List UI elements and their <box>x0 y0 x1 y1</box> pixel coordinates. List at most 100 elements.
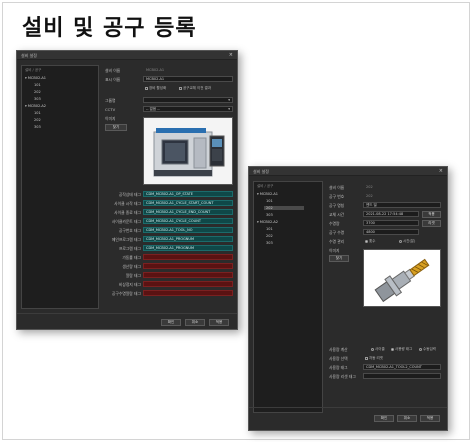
tag-field[interactable]: CDM_MCB02-A1_TOOL_NO <box>143 227 233 233</box>
radio-label: 사이클 <box>375 347 385 351</box>
radio-dot <box>365 239 368 243</box>
tag-field[interactable] <box>143 263 233 269</box>
tree-header: 설비 / 공구 <box>25 68 42 72</box>
tree-node-tool[interactable]: 101 <box>34 83 41 87</box>
auto-checkbox[interactable]: 공구교체 이전 결과 <box>179 86 211 91</box>
life-count-radio[interactable]: 횟수 <box>365 239 375 244</box>
tree-node-tool[interactable]: 202 <box>34 90 41 94</box>
usage-manual-radio[interactable]: 수동입력 <box>419 347 436 352</box>
tree-node-label: MCB02-A1 <box>27 76 47 80</box>
tag-field[interactable]: CDM_MCB02-A1_PROGNUM <box>143 245 233 251</box>
cctv-value: -- 없음 -- <box>146 107 160 111</box>
equipment-tree: 설비 / 공구 ▾ MCB02-A1 101 202 303 ▾ MCB02-A… <box>21 65 99 309</box>
tree-node-mcb02-a1[interactable]: ▾ MCB02-A1 <box>25 76 46 80</box>
tree-node-mcb02-a2[interactable]: ▾ MCB02-A2 <box>257 220 278 224</box>
display-name-input[interactable]: MCB02-A1 <box>143 76 233 82</box>
tool-holder-illustration <box>364 250 440 306</box>
tree-node-label: 101 <box>266 227 273 231</box>
field-label: 수명량 <box>329 221 340 226</box>
tool-settings-window: 설비 설정 × 설비 / 공구 ▾ MCB02-A1 101 202 303 ▾… <box>248 166 448 431</box>
use-checkbox[interactable]: 장비 활성화 <box>145 86 166 91</box>
tree-node-mcb02-a1[interactable]: ▾ MCB02-A1 <box>257 192 278 196</box>
equipment-tree: 설비 / 공구 ▾ MCB02-A1 101 202 303 ▾ MCB02-A… <box>253 181 323 413</box>
tag-label: 사이클 종료 태그 <box>114 210 141 215</box>
tree-node-tool[interactable]: 101 <box>266 199 273 203</box>
image-browse-button[interactable]: 찾기 <box>105 124 127 131</box>
tag-field[interactable]: CDM_MCB02-A1_CYCLE_END_COUNT <box>143 209 233 215</box>
checkbox-label: 공구교체 이전 결과 <box>183 86 211 90</box>
tag-field[interactable]: CDM_MCB02-A1_OP_STATE <box>143 191 233 197</box>
auto-reset-checkbox[interactable]: 자동 리셋 <box>365 356 383 361</box>
tag-field[interactable]: CDM_MCB02-A1_PROGNUM <box>143 236 233 242</box>
image-label: 이미지 <box>329 248 340 253</box>
life-time-radio[interactable]: 시간(분) <box>399 239 415 244</box>
cctv-select[interactable]: -- 없음 -- ▾ <box>143 106 233 112</box>
image-browse-button[interactable]: 찾기 <box>329 255 349 262</box>
radio-dot <box>391 347 394 351</box>
tree-node-tool-selected[interactable]: 202 <box>264 206 304 210</box>
window-title: 설비 설정 <box>21 53 37 58</box>
tree-node-tool[interactable]: 303 <box>266 213 273 217</box>
tree-node-label: MCB02-A2 <box>27 104 47 108</box>
tag-field[interactable]: CDM_MCB02-A1_CYCLE_COUNT <box>143 218 233 224</box>
equipment-settings-window: 설비 설정 × 설비 / 공구 ▾ MCB02-A1 101 202 303 ▾… <box>16 50 238 330</box>
window-titlebar: 설비 설정 × <box>17 51 237 60</box>
equip-name-field: 202 <box>363 184 411 190</box>
equip-name-field: MCB02-A1 <box>143 67 233 73</box>
tree-node-label: 202 <box>34 90 41 94</box>
tag-field[interactable] <box>143 281 233 287</box>
ok-button[interactable]: 확인 <box>374 415 394 422</box>
tree-node-tool[interactable]: 101 <box>266 227 273 231</box>
ok-button[interactable]: 확인 <box>161 319 181 326</box>
window-title: 설비 설정 <box>253 169 269 174</box>
tool-image <box>363 249 441 307</box>
usage-tag-radio[interactable]: 사용량 태그 <box>391 347 412 352</box>
image-label: 이미지 <box>105 116 116 121</box>
tree-node-label: 202 <box>266 234 273 238</box>
tag-field[interactable] <box>143 272 233 278</box>
change-apply-button[interactable]: 적용 <box>422 210 441 218</box>
tree-node-tool[interactable]: 303 <box>34 125 41 129</box>
cancel-button[interactable]: 취소 <box>397 415 417 422</box>
tree-node-tool[interactable]: 303 <box>266 241 273 245</box>
tree-node-tool[interactable]: 303 <box>34 97 41 101</box>
tag-label: 알람 태그 <box>125 273 141 278</box>
tree-node-tool[interactable]: 202 <box>34 118 41 122</box>
chevron-down-icon: ▾ <box>228 98 230 102</box>
usage-select-label: 사용량 선택 <box>329 356 348 361</box>
tool-life-input[interactable]: 4800 <box>363 229 419 235</box>
usage-tag-input[interactable]: CDM_MCB02-A1_TOOL2_COUNT <box>363 364 441 370</box>
cctv-label: CCTV <box>105 107 116 112</box>
tag-field[interactable]: CDM_MCB02-A1_CYCLE_START_COUNT <box>143 200 233 206</box>
tree-node-label: MCB02-A1 <box>259 192 279 196</box>
tree-node-tool[interactable]: 101 <box>34 111 41 115</box>
reset-button[interactable]: 리셋 <box>422 219 441 227</box>
usage-cycle-radio[interactable]: 사이클 <box>371 347 385 352</box>
apply-button[interactable]: 적용 <box>209 319 229 326</box>
field-label: 공구 명칭 <box>329 203 345 208</box>
close-icon[interactable]: × <box>229 52 233 58</box>
tree-node-label: 101 <box>34 111 41 115</box>
chevron-down-icon: ▾ <box>228 107 230 111</box>
change-time-input[interactable]: 2021-08-22 17:54:48 <box>363 211 419 217</box>
radio-label: 횟수 <box>369 239 376 243</box>
life-type-label: 수명 관리 <box>329 239 345 244</box>
tree-node-mcb02-a2[interactable]: ▾ MCB02-A2 <box>25 104 46 108</box>
tag-field[interactable] <box>143 254 233 260</box>
tree-node-label: 303 <box>34 125 41 129</box>
apply-button[interactable]: 적용 <box>420 415 440 422</box>
manual-reset-input[interactable] <box>363 373 441 379</box>
footer-divider <box>249 407 447 408</box>
close-icon[interactable]: × <box>439 168 443 174</box>
tag-field[interactable] <box>143 290 233 296</box>
field-label: 공구 수명 <box>329 230 345 235</box>
usage-input[interactable]: 3700 <box>363 220 419 226</box>
field-label: 공구 번호 <box>329 194 345 199</box>
tree-node-label: 303 <box>34 97 41 101</box>
field-label: 설비 이름 <box>329 185 345 190</box>
cancel-button[interactable]: 취소 <box>185 319 205 326</box>
group-select[interactable]: ▾ <box>143 97 233 103</box>
tool-name-input[interactable]: 엔드 밀 <box>363 202 441 208</box>
page-title: 설비 및 공구 등록 <box>22 16 197 41</box>
tree-node-tool[interactable]: 202 <box>266 234 273 238</box>
